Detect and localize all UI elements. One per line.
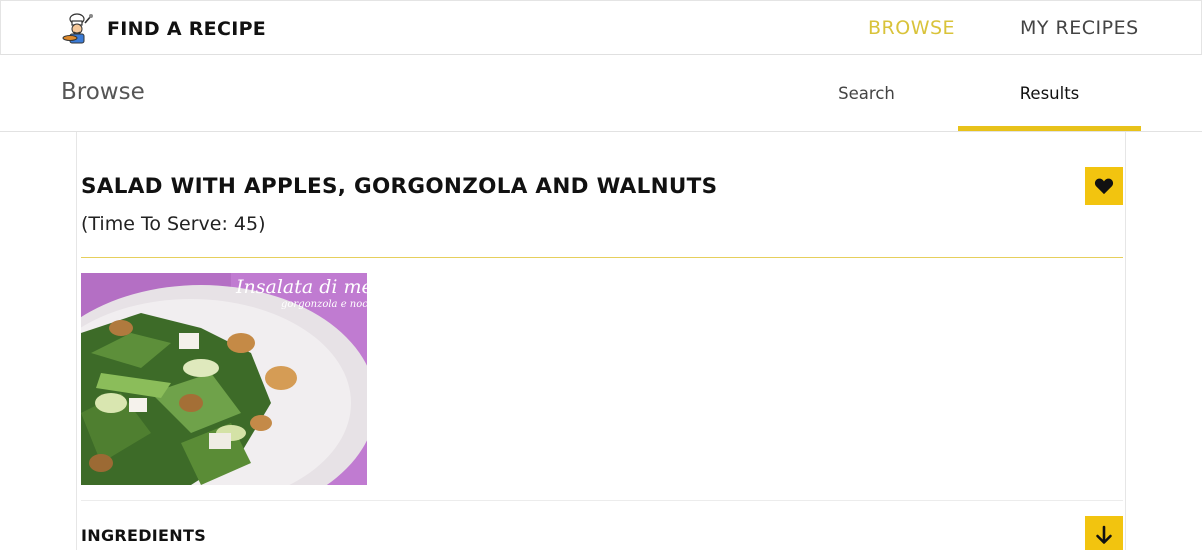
favorite-button[interactable] — [1085, 167, 1123, 205]
active-tab-indicator — [958, 126, 1141, 131]
sub-header: Browse Search Results — [0, 55, 1202, 132]
expand-ingredients-button[interactable] — [1085, 516, 1123, 550]
brand[interactable]: FIND A RECIPE — [61, 13, 266, 45]
top-navbar: FIND A RECIPE BROWSE MY RECIPES — [0, 0, 1202, 55]
nav-browse-link[interactable]: BROWSE — [868, 17, 955, 39]
nav-my-recipes-link[interactable]: MY RECIPES — [1020, 17, 1139, 39]
image-overlay-text: Insalata di mel — [235, 276, 367, 298]
heart-icon — [1094, 178, 1114, 195]
title-divider — [81, 257, 1123, 258]
brand-name: FIND A RECIPE — [107, 18, 267, 40]
salad-photo: Insalata di mel gorgonzola e noci — [81, 273, 367, 485]
recipe-image[interactable]: Insalata di mel gorgonzola e noci — [81, 273, 367, 485]
recipe-title: SALAD WITH APPLES, GORGONZOLA AND WALNUT… — [81, 174, 718, 199]
ingredients-heading[interactable]: INGREDIENTS — [81, 526, 206, 545]
image-overlay-subtext: gorgonzola e noci — [281, 299, 367, 310]
tab-results[interactable]: Results — [958, 55, 1141, 132]
serve-time: (Time To Serve: 45) — [81, 213, 266, 235]
tab-search[interactable]: Search — [775, 55, 958, 132]
section-divider — [81, 500, 1123, 501]
arrow-down-icon — [1096, 525, 1112, 544]
page-title: Browse — [61, 79, 145, 105]
recipe-card: SALAD WITH APPLES, GORGONZOLA AND WALNUT… — [76, 132, 1126, 550]
chef-icon — [62, 13, 93, 44]
